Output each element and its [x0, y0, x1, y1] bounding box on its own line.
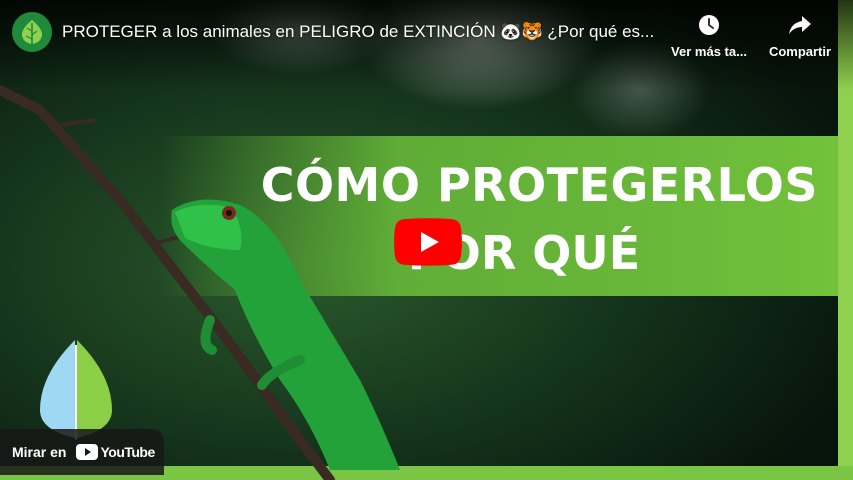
- share-arrow-icon: [789, 16, 811, 34]
- video-title-link[interactable]: PROTEGER a los animales en PELIGRO de EX…: [62, 22, 660, 42]
- share-label: Compartir: [768, 44, 832, 59]
- share-button[interactable]: Compartir: [762, 12, 838, 59]
- clock-icon: [699, 15, 719, 35]
- watch-on-youtube-button[interactable]: Mirar en YouTube: [0, 429, 164, 475]
- youtube-play-icon: [76, 444, 99, 460]
- youtube-logo: YouTube: [76, 444, 155, 460]
- play-button[interactable]: [394, 218, 462, 266]
- watch-later-label: Ver más ta...: [671, 44, 747, 59]
- youtube-wordmark: YouTube: [100, 444, 155, 460]
- video-player[interactable]: PROTEGER a los animales en PELIGRO de EX…: [0, 0, 853, 480]
- leaf-icon: [21, 20, 43, 44]
- watch-on-label: Mirar en: [12, 444, 67, 460]
- channel-avatar[interactable]: [12, 12, 52, 52]
- watch-later-button[interactable]: Ver más ta...: [665, 12, 753, 59]
